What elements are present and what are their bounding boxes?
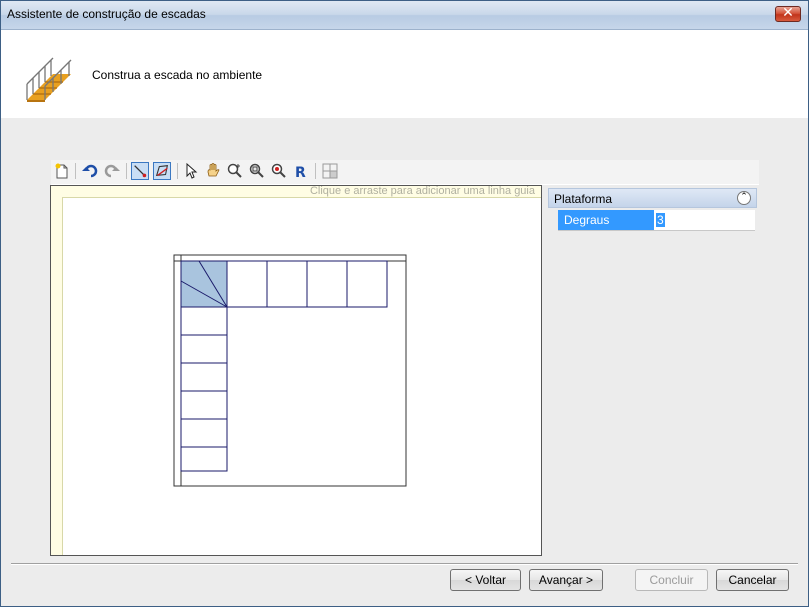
stair-step [306, 260, 348, 308]
footer-divider [11, 563, 798, 565]
stair-step [266, 260, 308, 308]
reset-view-icon[interactable]: R [292, 162, 310, 180]
zoom-in-icon[interactable] [226, 162, 244, 180]
zoom-window-icon[interactable] [248, 162, 266, 180]
stair-step [180, 390, 228, 420]
property-value-input[interactable]: 3 [656, 213, 665, 227]
back-button[interactable]: < Voltar [450, 569, 521, 591]
properties-section-header[interactable]: Plataforma ⌃ [548, 188, 757, 208]
landing-platform [180, 260, 228, 308]
stair-icon [26, 57, 72, 102]
stair-step [346, 260, 388, 308]
stair-step [180, 334, 228, 364]
collapse-button[interactable]: ⌃ [737, 191, 751, 205]
title-bar: Assistente de construção de escadas ✕ [1, 1, 808, 30]
drawing-toolbar: R [51, 160, 759, 185]
stair-step [180, 362, 228, 392]
pan-hand-icon[interactable] [204, 162, 222, 180]
drawing-canvas[interactable]: Clique e arraste para adicionar uma linh… [50, 185, 542, 556]
property-name: Degraus [558, 210, 654, 230]
draw-line-icon[interactable] [131, 162, 149, 180]
wizard-window: Assistente de construção de escadas ✕ Co… [0, 0, 809, 607]
chevron-up-icon: ⌃ [740, 192, 748, 202]
grid-properties-icon[interactable] [321, 162, 339, 180]
draw-polygon-icon[interactable] [153, 162, 171, 180]
finish-button: Concluir [635, 569, 708, 591]
stair-step [180, 306, 228, 336]
undo-icon[interactable] [81, 162, 99, 180]
stair-step [180, 446, 228, 472]
close-button[interactable]: ✕ [775, 5, 801, 22]
property-row[interactable]: Degraus 3 [558, 210, 755, 231]
stair-drawing[interactable] [51, 186, 541, 555]
zoom-out-icon[interactable] [270, 162, 288, 180]
svg-text:R: R [295, 165, 306, 180]
wizard-header: Construa a escada no ambiente [1, 30, 808, 118]
cancel-button[interactable]: Cancelar [716, 569, 789, 591]
stair-step [226, 260, 268, 308]
properties-section-title: Plataforma [554, 192, 613, 206]
close-icon: ✕ [782, 5, 794, 21]
next-button[interactable]: Avançar > [529, 569, 603, 591]
wizard-subtitle: Construa a escada no ambiente [92, 68, 263, 82]
new-icon[interactable] [53, 162, 71, 180]
stair-step [180, 418, 228, 448]
select-icon[interactable] [182, 162, 200, 180]
window-title: Assistente de construção de escadas [7, 7, 206, 21]
properties-panel: Plataforma ⌃ Degraus 3 [548, 188, 758, 233]
redo-icon[interactable] [103, 162, 121, 180]
